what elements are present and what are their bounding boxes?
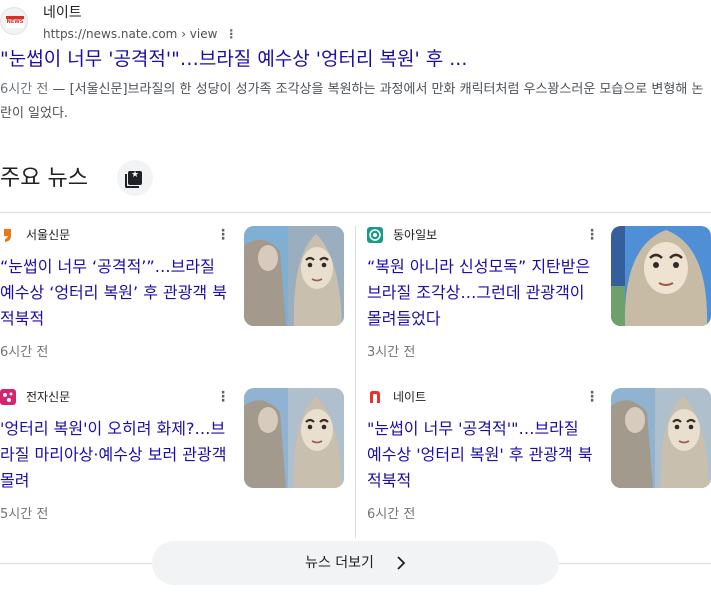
news-headline[interactable]: “눈썹이 너무 ‘공격적’”…브라질 예수상 ‘엉터리 복원’ 후 관광객 북적… (0, 254, 228, 332)
news-source-name: 전자신문 (26, 390, 71, 404)
chevron-right-icon (397, 556, 406, 570)
result-time: 6시간 전 (0, 82, 49, 97)
nate-icon (367, 389, 383, 405)
news-collection-icon[interactable]: ★ (117, 160, 153, 196)
news-thumbnail[interactable] (244, 388, 344, 488)
news-source-name: 네이트 (393, 390, 427, 404)
more-options-icon[interactable]: ⋮ (216, 388, 230, 406)
more-options-icon[interactable]: ⋮ (216, 226, 230, 244)
news-time: 3시간 전 (367, 345, 416, 360)
more-news-label: 뉴스 더보기 (305, 555, 374, 571)
news-source-name: 서울신문 (26, 228, 71, 242)
divider (0, 212, 711, 213)
news-headline[interactable]: '엉터리 복원'이 오히려 화제?…브라질 마리아상·예수상 보러 관광객 몰려 (0, 416, 228, 494)
result-url-text: https://news.nate.com › view (43, 27, 218, 41)
news-time: 5시간 전 (0, 507, 49, 522)
section-title: 주요 뉴스 (0, 166, 88, 191)
result-snippet-text: [서울신문]브라질의 한 성당이 성가족 조각상을 복원하는 과정에서 만화 캐… (0, 82, 704, 121)
result-snippet: 6시간 전 — [서울신문]브라질의 한 성당이 성가족 조각상을 복원하는 과… (0, 78, 711, 126)
donga-ilbo-icon (367, 227, 383, 243)
result-url: https://news.nate.com › view ⋮ (43, 26, 237, 42)
result-title-link[interactable]: "눈썹이 너무 '공격적'"…브라질 예수상 '엉터리 복원' 후 ... (0, 46, 711, 72)
news-card[interactable]: 동아일보 ⋮ “복원 아니라 신성모독” 지탄받은 브라질 조각상…그런데 관광… (367, 226, 711, 386)
snippet-separator: — (48, 82, 70, 97)
news-card[interactable]: 전자신문 ⋮ '엉터리 복원'이 오히려 화제?…브라질 마리아상·예수상 보러… (0, 388, 345, 548)
news-headline[interactable]: “복원 아니라 신성모독” 지탄받은 브라질 조각상…그런데 관광객이 몰려들었… (367, 254, 595, 332)
statue-image (611, 226, 711, 326)
news-card[interactable]: 서울신문 ⋮ “눈썹이 너무 ‘공격적’”…브라질 예수상 ‘엉터리 복원’ 후… (0, 226, 345, 386)
favicon-text: NEWS (6, 19, 24, 25)
seoul-shinmun-icon (0, 227, 16, 243)
news-headline[interactable]: "눈썹이 너무 '공격적'"…브라질 예수상 '엉터리 복원' 후 관광객 북적… (367, 416, 595, 494)
top-search-result: NEWS 네이트 https://news.nate.com › view ⋮ … (0, 0, 711, 140)
top-news-header: 주요 뉴스 ★ (0, 158, 711, 202)
etnews-icon (0, 389, 16, 405)
news-thumbnail[interactable] (244, 226, 344, 326)
news-thumbnail[interactable] (611, 226, 711, 326)
statue-image (611, 388, 711, 488)
news-favicon-icon: NEWS (0, 7, 28, 35)
more-options-icon[interactable]: ⋮ (585, 388, 599, 406)
column-divider (355, 226, 356, 538)
statue-image (244, 226, 344, 326)
news-time: 6시간 전 (367, 507, 416, 522)
news-thumbnail[interactable] (611, 388, 711, 488)
statue-image (244, 388, 344, 488)
news-source-name: 동아일보 (393, 228, 438, 242)
result-site-row[interactable]: NEWS 네이트 https://news.nate.com › view ⋮ (0, 2, 260, 42)
more-news-button[interactable]: 뉴스 더보기 (152, 541, 559, 585)
news-card[interactable]: 네이트 ⋮ "눈썹이 너무 '공격적'"…브라질 예수상 '엉터리 복원' 후 … (367, 388, 711, 548)
more-options-icon[interactable]: ⋮ (585, 226, 599, 244)
news-time: 6시간 전 (0, 345, 49, 360)
more-options-icon[interactable]: ⋮ (225, 26, 237, 42)
result-site-name: 네이트 (43, 5, 82, 21)
